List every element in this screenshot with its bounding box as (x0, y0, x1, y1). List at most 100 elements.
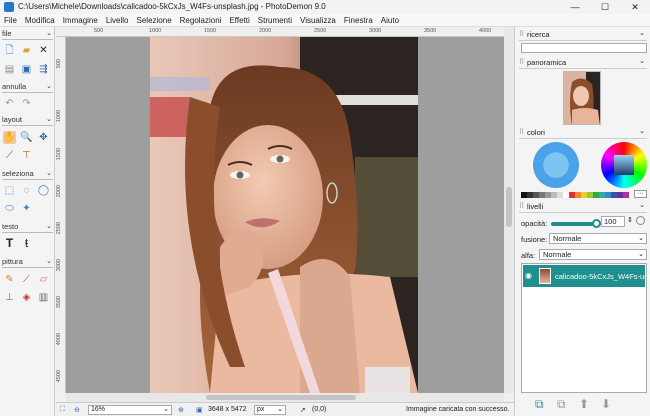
alpha-label: alfa: (521, 251, 536, 260)
search-input[interactable] (521, 43, 647, 53)
blend-mode-select[interactable]: Normale ⌄ (549, 233, 647, 244)
section-label: file (2, 29, 12, 38)
zoom-tool-icon[interactable]: 🔍 (20, 131, 33, 144)
section-label: seleziona (2, 169, 34, 178)
panel-livelli-header[interactable]: ⠿ livelli ⌄ (519, 201, 647, 213)
opacity-slider-track[interactable] (551, 219, 601, 228)
menu-file[interactable]: File (0, 14, 21, 25)
lasso-select-icon[interactable]: ◯ (37, 184, 50, 197)
panel-ricerca-header[interactable]: ⠿ ricerca ⌄ (519, 29, 647, 41)
toolbox-section-layout[interactable]: layout ⌄ (2, 115, 53, 126)
chevron-down-icon: ⌄ (46, 223, 52, 230)
horizontal-scrollbar[interactable] (66, 393, 504, 402)
right-panel: ⠿ ricerca ⌄ ⠿ panoramica ⌄ ⠿ colori ⌄ ··· ⠿ liv… (514, 27, 650, 416)
color-wheel[interactable] (601, 142, 647, 188)
layer-thumbnail (539, 268, 551, 284)
add-layer-icon[interactable]: ⧉ (535, 397, 544, 412)
panel-colori-header[interactable]: ⠿ colori ⌄ (519, 127, 647, 139)
clone-stamp-icon[interactable]: ⊥ (3, 291, 16, 304)
ellipse-select-icon[interactable]: ◌ (20, 184, 33, 197)
menu-selezione[interactable]: Selezione (133, 14, 176, 25)
navigator-thumbnail[interactable] (563, 71, 601, 125)
palette-swatch[interactable] (623, 192, 629, 198)
close-button[interactable]: ✕ (620, 0, 650, 14)
chevron-down-icon: ⌄ (163, 406, 169, 413)
unit-select[interactable]: px ⌄ (254, 405, 286, 415)
move-layer-down-icon[interactable]: ⬇ (601, 397, 611, 411)
layer-list[interactable]: ◉ calicadoo-5kCxJs_W4Fs-unsplas (521, 263, 650, 393)
reset-opacity-icon[interactable] (636, 216, 645, 225)
menu-effetti[interactable]: Effetti (225, 14, 253, 25)
chevron-down-icon: ⌄ (639, 128, 645, 135)
move-tool-icon[interactable]: ✥ (37, 131, 50, 144)
fill-bucket-icon[interactable]: ◈ (20, 291, 33, 304)
rect-select-icon[interactable]: ⬚ (3, 184, 16, 197)
opacity-input[interactable]: 100 (601, 216, 625, 227)
text-tool-icon[interactable]: T (3, 237, 16, 250)
grip-icon: ⠿ (519, 203, 525, 210)
toolbox-section-seleziona[interactable]: seleziona ⌄ (2, 169, 53, 180)
toolbox-section-file[interactable]: file ⌄ (2, 29, 53, 40)
menu-visualizza[interactable]: Visualizza (296, 14, 340, 25)
ruler-tick-label: 2000 (259, 28, 272, 34)
opacity-label: opacità: (521, 219, 548, 228)
toolbox: file ⌄ 🗋 ▰ ✕ ▤ ▣ ⇶ annulla ⌄ ↶ ↷ layout ⌄ ✋… (0, 27, 55, 416)
color-wheel-square[interactable] (614, 155, 634, 175)
alpha-mode-select[interactable]: Normale ⌄ (539, 249, 647, 260)
zoom-select[interactable]: 16% ⌄ (88, 405, 172, 415)
eraser-icon[interactable]: ▱ (37, 273, 50, 286)
image-canvas[interactable] (150, 37, 418, 393)
pencil-icon[interactable]: ✎ (3, 273, 16, 286)
typography-tool-icon[interactable]: ŧ (20, 237, 33, 250)
color-picker-icon[interactable]: ⟋ (3, 149, 16, 162)
remove-layer-icon[interactable]: ⧉ (557, 397, 566, 412)
toolbox-section-annulla[interactable]: annulla ⌄ (2, 82, 53, 93)
toolbox-section-testo[interactable]: testo ⌄ (2, 222, 53, 233)
minimize-button[interactable]: — (560, 0, 590, 14)
hand-tool-icon[interactable]: ✋ (3, 131, 16, 144)
polygon-select-icon[interactable]: ⬭ (3, 202, 16, 215)
undo-icon[interactable]: ↶ (3, 97, 16, 110)
primary-color-swatch[interactable] (533, 142, 579, 188)
gradient-icon[interactable]: ▥ (37, 291, 50, 304)
panel-label: panoramica (527, 58, 567, 67)
move-layer-up-icon[interactable]: ⬆ (579, 397, 589, 411)
vertical-scrollbar[interactable] (504, 27, 514, 393)
magic-wand-icon[interactable]: ✦ (20, 202, 33, 215)
redo-icon[interactable]: ↷ (20, 97, 33, 110)
new-file-icon[interactable]: 🗋 (3, 44, 16, 57)
zoom-in-icon[interactable]: ⊕ (178, 406, 184, 414)
palette-more-button[interactable]: ··· (634, 190, 647, 198)
menu-finestra[interactable]: Finestra (340, 14, 377, 25)
grip-icon: ⠿ (519, 129, 525, 136)
open-folder-icon[interactable]: ▰ (20, 44, 33, 57)
menu-immagine[interactable]: Immagine (59, 14, 102, 25)
menu-livello[interactable]: Livello (102, 14, 133, 25)
scroll-thumb[interactable] (206, 395, 356, 400)
export-icon[interactable]: ⇶ (37, 63, 50, 76)
zoom-out-icon[interactable]: ⊖ (74, 406, 80, 414)
scroll-thumb[interactable] (506, 187, 512, 227)
save-disabled-icon[interactable]: ▤ (3, 63, 16, 76)
section-label: pittura (2, 257, 23, 266)
menu-aiuto[interactable]: Aiuto (377, 14, 403, 25)
ruler-tick-label: 3000 (369, 28, 382, 34)
menu-regolazioni[interactable]: Regolazioni (176, 14, 226, 25)
opacity-slider-knob[interactable] (592, 219, 601, 228)
panel-label: colori (527, 128, 545, 137)
menu-strumenti[interactable]: Strumenti (254, 14, 296, 25)
spinner-icon[interactable]: ⇕ (627, 216, 633, 224)
visibility-eye-icon[interactable]: ◉ (525, 271, 532, 280)
toolbox-section-pittura[interactable]: pittura ⌄ (2, 257, 53, 268)
save-icon[interactable]: ▣ (20, 63, 33, 76)
maximize-button[interactable]: ☐ (590, 0, 620, 14)
brush-icon[interactable]: ⟋ (20, 273, 33, 286)
close-image-icon[interactable]: ✕ (37, 44, 50, 57)
measure-tool-icon[interactable]: ⊤ (20, 149, 33, 162)
image-size-icon: ▣ (196, 407, 203, 414)
fit-screen-icon[interactable]: ⛶ (60, 406, 65, 414)
layer-item[interactable]: ◉ calicadoo-5kCxJs_W4Fs-unsplas (523, 265, 650, 287)
ruler-left: 500 1000 1500 2000 2500 3000 3500 4000 4… (56, 37, 66, 393)
menu-modifica[interactable]: Modifica (21, 14, 59, 25)
panel-panoramica-header[interactable]: ⠿ panoramica ⌄ (519, 57, 647, 69)
